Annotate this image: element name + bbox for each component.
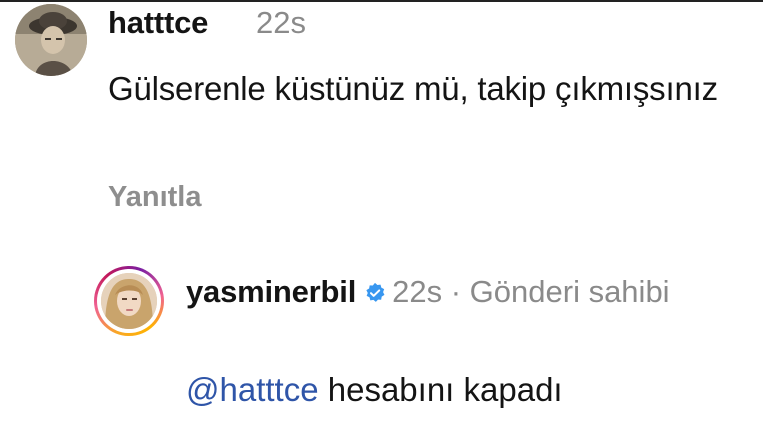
- verified-badge-icon: [366, 282, 385, 302]
- reply-username[interactable]: yasminerbil: [186, 274, 356, 309]
- reply-avatar[interactable]: [94, 266, 164, 336]
- profile-photo-icon: [15, 4, 87, 76]
- comment-username[interactable]: hatttce: [108, 4, 208, 42]
- profile-photo-icon: [101, 273, 157, 329]
- comment-timestamp: 22s: [256, 5, 306, 40]
- separator-dot: ·: [450, 274, 462, 309]
- reply-button[interactable]: Yanıtla: [108, 178, 202, 216]
- reply-timestamp: 22s: [392, 274, 443, 309]
- reply-header: yasminerbil 22s · Gönderi sahibi: [186, 272, 746, 312]
- top-divider: [0, 0, 763, 2]
- mention-link[interactable]: @hatttce: [186, 371, 319, 408]
- reply-text: @hatttce hesabını kapadı: [186, 368, 563, 412]
- post-owner-label: Gönderi sahibi: [469, 274, 670, 309]
- avatar[interactable]: [15, 4, 87, 76]
- comment-text: Gülserenle küstünüz mü, takip çıkmışsını…: [108, 70, 718, 107]
- reply-message: hesabını kapadı: [318, 371, 563, 408]
